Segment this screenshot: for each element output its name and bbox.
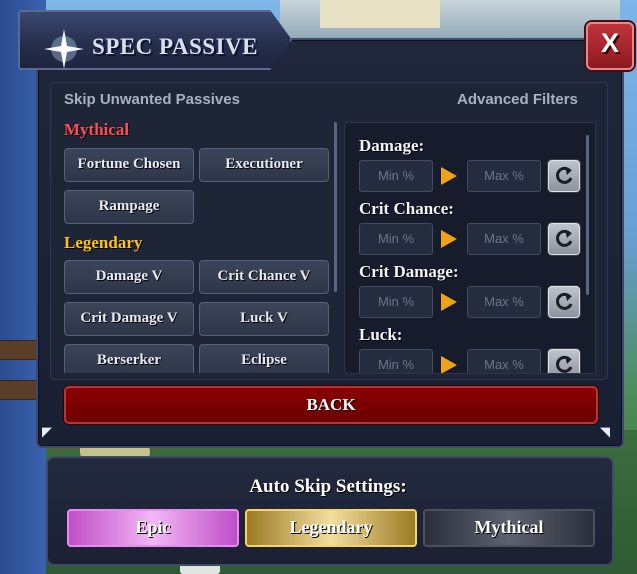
auto-skip-legendary-button[interactable]: Legendary xyxy=(245,509,417,547)
building-wall xyxy=(320,0,440,28)
category-legendary-label: Legendary xyxy=(64,233,143,252)
auto-skip-title: Auto Skip Settings: xyxy=(249,476,407,497)
passive-damage-v-button[interactable]: Damage V xyxy=(64,260,194,294)
skip-passives-header: Skip Unwanted Passives xyxy=(64,91,240,108)
title-banner: SPEC PASSIVE xyxy=(18,10,292,70)
passive-eclipse-button[interactable]: Eclipse xyxy=(199,344,329,373)
passive-crit-damage-v-button[interactable]: Crit Damage V xyxy=(64,302,194,336)
luck-max-input[interactable]: Max % xyxy=(467,349,541,373)
passive-list-scrollbar[interactable] xyxy=(334,122,337,292)
close-button[interactable]: X xyxy=(586,22,634,70)
luck-reset-button[interactable] xyxy=(548,349,580,373)
passive-fortune-chosen-button[interactable]: Fortune Chosen xyxy=(64,148,194,182)
filter-damage-label: Damage: xyxy=(359,136,425,155)
filter-crit-chance-label: Crit Chance: xyxy=(359,199,454,218)
refresh-icon xyxy=(556,292,573,310)
luck-min-input[interactable]: Min % xyxy=(359,349,433,373)
arrow-right-icon xyxy=(441,167,457,185)
advanced-filters-panel[interactable]: Damage: Min % Max % Crit Chance: Min % M… xyxy=(344,122,596,374)
crit-chance-max-input[interactable]: Max % xyxy=(467,223,541,255)
close-icon: X xyxy=(600,28,619,58)
back-button[interactable]: BACK xyxy=(64,386,598,424)
arrow-right-icon xyxy=(441,230,457,248)
resize-corner-icon: ◥ xyxy=(600,425,610,440)
passive-executioner-button[interactable]: Executioner xyxy=(199,148,329,182)
damage-reset-button[interactable] xyxy=(548,160,580,192)
passive-berserker-button[interactable]: Berserker xyxy=(64,344,194,373)
crit-chance-reset-button[interactable] xyxy=(548,223,580,255)
refresh-icon xyxy=(556,355,573,373)
arrow-right-icon xyxy=(441,293,457,311)
sparkle-star-icon xyxy=(44,29,84,69)
crit-chance-min-input[interactable]: Min % xyxy=(359,223,433,255)
passive-rampage-button[interactable]: Rampage xyxy=(64,190,194,224)
damage-min-input[interactable]: Min % xyxy=(359,160,433,192)
refresh-icon xyxy=(556,229,573,247)
arrow-right-icon xyxy=(441,356,457,373)
filter-crit-damage-label: Crit Damage: xyxy=(359,262,459,281)
crit-damage-reset-button[interactable] xyxy=(548,286,580,318)
auto-skip-mythical-button[interactable]: Mythical xyxy=(423,509,595,547)
damage-max-input[interactable]: Max % xyxy=(467,160,541,192)
crit-damage-max-input[interactable]: Max % xyxy=(467,286,541,318)
passive-list[interactable]: Fortune Chosen Executioner Rampage Damag… xyxy=(56,140,336,373)
filter-luck-label: Luck: xyxy=(359,325,403,344)
category-mythical-label: Mythical xyxy=(64,120,130,139)
page-title: SPEC PASSIVE xyxy=(92,34,258,59)
crit-damage-min-input[interactable]: Min % xyxy=(359,286,433,318)
resize-corner-icon: ◤ xyxy=(42,425,52,440)
filters-scrollbar[interactable] xyxy=(586,135,589,295)
refresh-icon xyxy=(556,166,573,184)
advanced-filters-header: Advanced Filters xyxy=(457,91,578,108)
passive-luck-v-button[interactable]: Luck V xyxy=(199,302,329,336)
passive-crit-chance-v-button[interactable]: Crit Chance V xyxy=(199,260,329,294)
auto-skip-epic-button[interactable]: Epic xyxy=(67,509,239,547)
